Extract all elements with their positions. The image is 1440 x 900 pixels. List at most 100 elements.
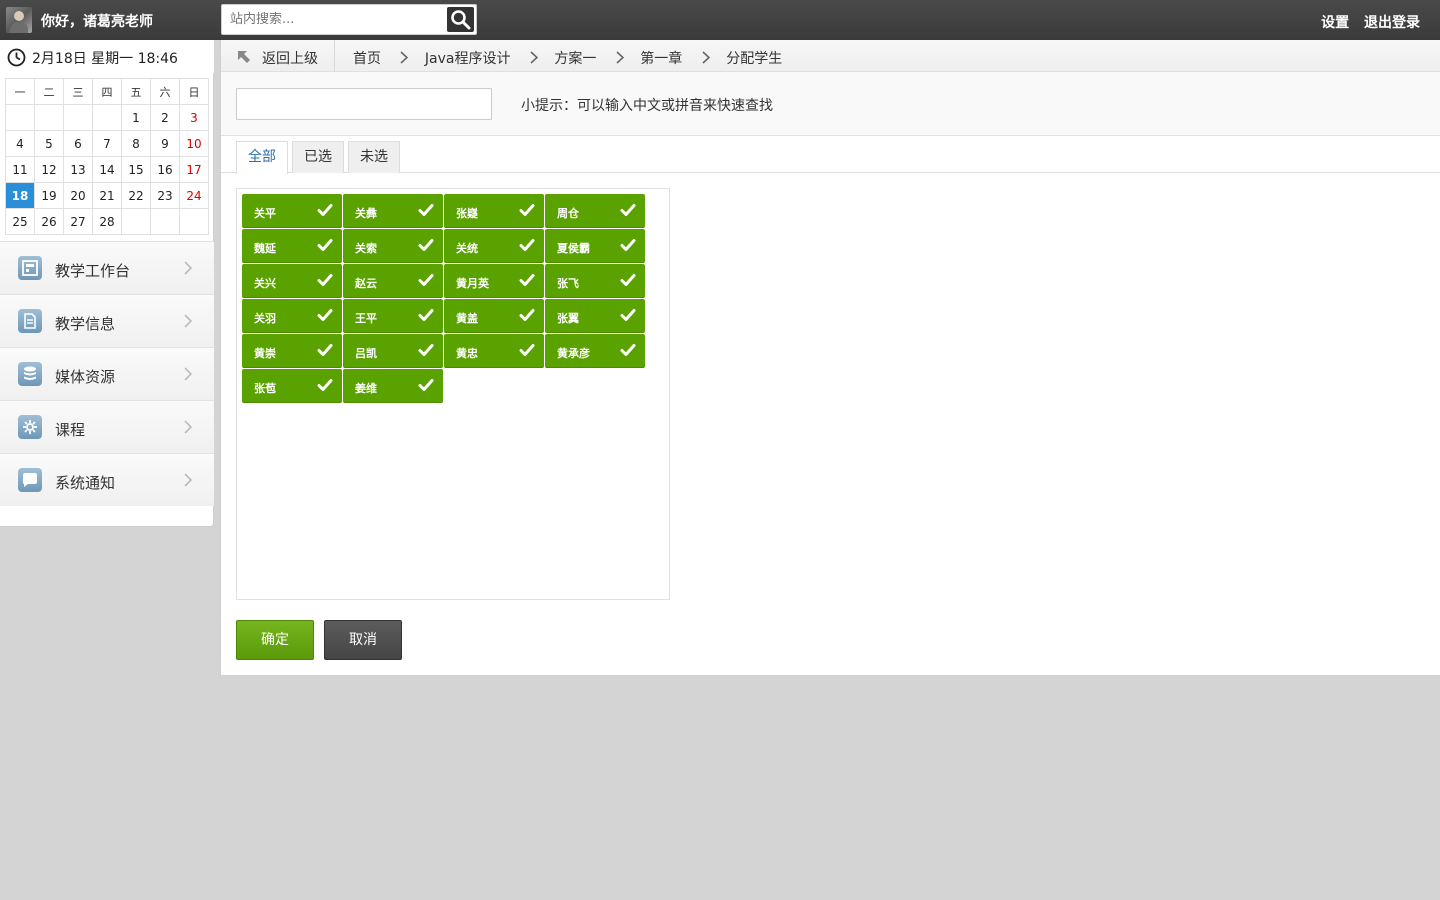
student-chip[interactable]: 吕凯 xyxy=(343,334,443,368)
search-input[interactable] xyxy=(222,5,446,34)
calendar-day[interactable]: 13 xyxy=(63,156,93,183)
student-chip[interactable]: 周仓 xyxy=(545,194,645,228)
datetime-text: 2月18日 星期一 18:46 xyxy=(32,51,178,67)
search-button[interactable] xyxy=(447,7,474,32)
gear-icon xyxy=(18,415,42,439)
calendar-day[interactable]: 27 xyxy=(63,208,93,235)
student-chip[interactable]: 关羽 xyxy=(242,299,342,333)
breadcrumb-item-chapter[interactable]: 第一章 xyxy=(640,48,682,68)
mini-calendar: 一二三四五六日 1 2 3 4 5 6 7 8 9 10 11 12 13 14 15 16 17 18 19 20 21… xyxy=(5,78,209,235)
database-icon xyxy=(18,362,42,386)
avatar[interactable] xyxy=(6,7,32,33)
tab-selected[interactable]: 已选 xyxy=(292,141,344,173)
student-chip[interactable]: 关彝 xyxy=(343,194,443,228)
student-filter-input[interactable] xyxy=(236,88,492,120)
breadcrumb-item-home[interactable]: 首页 xyxy=(353,48,381,68)
sidebar-item-label: 教学信息 xyxy=(55,315,116,333)
calendar-day[interactable]: 23 xyxy=(150,182,180,209)
calendar-day[interactable]: 10 xyxy=(179,130,209,157)
student-name: 黄崇 xyxy=(254,347,276,360)
student-chip[interactable]: 王平 xyxy=(343,299,443,333)
back-button[interactable]: 返回上级 xyxy=(221,40,335,72)
student-chip[interactable]: 黄月英 xyxy=(444,264,544,298)
checkmark-icon xyxy=(418,343,434,361)
calendar-empty-cell xyxy=(92,104,122,131)
chevron-right-icon xyxy=(616,51,625,68)
calendar-weekday: 六 xyxy=(150,78,180,105)
checkmark-icon xyxy=(519,238,535,256)
breadcrumb-item-plan[interactable]: 方案一 xyxy=(554,48,596,68)
calendar-empty-cell xyxy=(5,104,35,131)
student-chip[interactable]: 黄承彦 xyxy=(545,334,645,368)
student-chip[interactable]: 张苞 xyxy=(242,369,342,403)
chevron-right-icon xyxy=(184,420,193,438)
student-chip[interactable]: 关统 xyxy=(444,229,544,263)
student-chip[interactable]: 黄忠 xyxy=(444,334,544,368)
breadcrumb-item-current: 分配学生 xyxy=(726,51,783,67)
datetime-bar: 2月18日 星期一 18:46 xyxy=(0,40,214,73)
breadcrumb-item-course[interactable]: Java程序设计 xyxy=(425,48,511,68)
calendar-day[interactable]: 2 xyxy=(150,104,180,131)
calendar-day[interactable]: 5 xyxy=(34,130,64,157)
student-chip[interactable]: 关兴 xyxy=(242,264,342,298)
student-chip[interactable]: 赵云 xyxy=(343,264,443,298)
sidebar-item-teaching-workbench[interactable]: 教学工作台 xyxy=(0,241,214,294)
calendar-day[interactable]: 4 xyxy=(5,130,35,157)
sidebar-item-teaching-info[interactable]: 教学信息 xyxy=(0,294,214,347)
student-chip[interactable]: 关平 xyxy=(242,194,342,228)
sidebar-item-system-notice[interactable]: 系统通知 xyxy=(0,453,214,506)
calendar-day[interactable]: 3 xyxy=(179,104,209,131)
sidebar-item-label: 系统通知 xyxy=(55,474,116,492)
chevron-right-icon xyxy=(530,51,539,68)
cancel-button[interactable]: 取消 xyxy=(324,620,402,660)
student-chip[interactable]: 魏延 xyxy=(242,229,342,263)
student-chip[interactable]: 张嶷 xyxy=(444,194,544,228)
settings-link[interactable]: 设置 xyxy=(1321,15,1349,31)
calendar-day[interactable]: 25 xyxy=(5,208,35,235)
calendar-day[interactable]: 15 xyxy=(121,156,151,183)
calendar-day[interactable]: 11 xyxy=(5,156,35,183)
checkmark-icon xyxy=(418,378,434,396)
calendar-day[interactable]: 24 xyxy=(179,182,209,209)
checkmark-icon xyxy=(418,238,434,256)
calendar-day[interactable]: 26 xyxy=(34,208,64,235)
tab-all[interactable]: 全部 xyxy=(236,141,288,174)
calendar-day[interactable]: 18 xyxy=(5,182,35,209)
calendar-empty-cell xyxy=(150,208,180,235)
student-chip[interactable]: 黄盖 xyxy=(444,299,544,333)
calendar-day[interactable]: 22 xyxy=(121,182,151,209)
student-name: 黄忠 xyxy=(456,347,478,360)
calendar-day[interactable]: 12 xyxy=(34,156,64,183)
student-chip[interactable]: 姜维 xyxy=(343,369,443,403)
student-chip[interactable]: 夏侯霸 xyxy=(545,229,645,263)
sidebar-item-course[interactable]: 课程 xyxy=(0,400,214,453)
calendar-day[interactable]: 28 xyxy=(92,208,122,235)
calendar-day[interactable]: 14 xyxy=(92,156,122,183)
student-chip[interactable]: 张翼 xyxy=(545,299,645,333)
calendar-day[interactable]: 20 xyxy=(63,182,93,209)
checkmark-icon xyxy=(418,273,434,291)
calendar-weekday: 五 xyxy=(121,78,151,105)
calendar-empty-cell xyxy=(179,208,209,235)
calendar-weekday: 四 xyxy=(92,78,122,105)
student-chip[interactable]: 黄崇 xyxy=(242,334,342,368)
calendar-day[interactable]: 17 xyxy=(179,156,209,183)
logout-link[interactable]: 退出登录 xyxy=(1364,15,1420,31)
sidebar-item-label: 教学工作台 xyxy=(55,262,131,280)
calendar-day[interactable]: 7 xyxy=(92,130,122,157)
calendar-day[interactable]: 19 xyxy=(34,182,64,209)
calendar-day[interactable]: 1 xyxy=(121,104,151,131)
sidebar-item-media-resources[interactable]: 媒体资源 xyxy=(0,347,214,400)
calendar-day[interactable]: 9 xyxy=(150,130,180,157)
calendar-day[interactable]: 21 xyxy=(92,182,122,209)
calendar-day[interactable]: 8 xyxy=(121,130,151,157)
student-chip[interactable]: 关索 xyxy=(343,229,443,263)
tab-bar: 全部 已选 未选 xyxy=(221,137,1440,174)
student-chip[interactable]: 张飞 xyxy=(545,264,645,298)
calendar-weekday: 二 xyxy=(34,78,64,105)
tab-unselected[interactable]: 未选 xyxy=(348,141,400,173)
calendar-day[interactable]: 6 xyxy=(63,130,93,157)
confirm-button[interactable]: 确定 xyxy=(236,620,314,660)
calendar-day[interactable]: 16 xyxy=(150,156,180,183)
chevron-right-icon xyxy=(184,367,193,385)
